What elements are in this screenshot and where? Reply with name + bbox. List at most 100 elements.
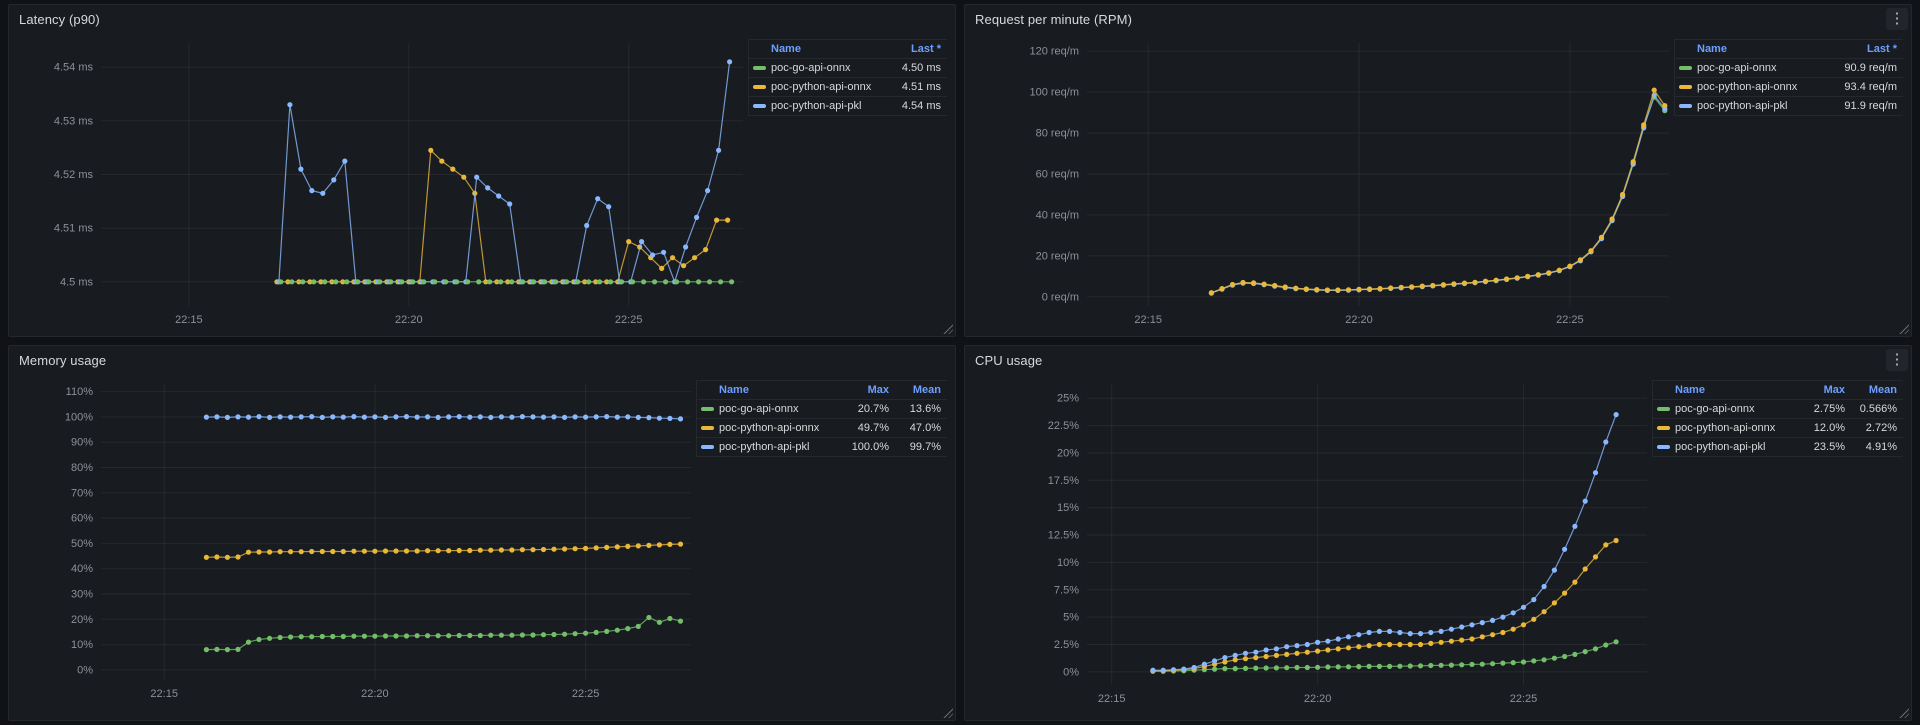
y-tick-label: 0% <box>77 664 93 676</box>
panel-rpm: Request per minute (RPM) ⋮ 0 req/m 20 req… <box>964 4 1912 337</box>
legend-value: 12.0% <box>1813 422 1845 434</box>
legend-series-name[interactable]: poc-python-api-onnx <box>719 422 837 434</box>
y-tick-label: 60 req/m <box>1036 169 1079 181</box>
legend-row: poc-go-api-onnx 2.75% 0.566% <box>1653 399 1903 418</box>
panel-menu-kebab-icon[interactable]: ⋮ <box>1886 8 1908 30</box>
legend-col-value[interactable]: Max <box>1793 384 1845 396</box>
series-poc-python-api-pkl <box>1150 412 1619 673</box>
chart-canvas: 0% 10% 20% 30% 40% 50% 60% 70% 80% 90% 100% 110% 22:… <box>65 384 691 700</box>
legend-value: 0.566% <box>1859 403 1897 415</box>
series-color-swatch <box>1679 85 1692 89</box>
panel-title: Memory usage <box>19 352 107 368</box>
latency-chart[interactable]: 4.5 ms 4.51 ms 4.52 ms 4.53 ms 4.54 ms 22:15 2… <box>9 33 748 334</box>
legend-series-name[interactable]: poc-python-api-onnx <box>771 81 885 93</box>
x-tick-label: 22:25 <box>1510 693 1538 705</box>
y-tick-label: 12.5% <box>1048 530 1079 542</box>
legend-series-name[interactable]: poc-python-api-onnx <box>1675 422 1793 434</box>
y-tick-label: 10% <box>1057 557 1079 569</box>
y-tick-label: 25% <box>1057 393 1079 405</box>
y-tick-label: 10% <box>71 639 93 651</box>
legend-col-value[interactable]: Last * <box>1823 43 1897 55</box>
cpu-chart[interactable]: 0% 2.5% 5% 7.5% 10% 12.5% 15% 17.5% 20% 22.5% 25% 2… <box>965 374 1652 718</box>
dashboard: Latency (p90) 4.5 ms 4.51 ms 4.52 ms 4.53 m… <box>0 0 1920 725</box>
y-tick-label: 120 req/m <box>1029 46 1079 58</box>
series-color-swatch <box>1679 104 1692 108</box>
legend-col-value[interactable]: Max <box>837 384 889 396</box>
legend-header: Name Last * <box>1675 39 1903 58</box>
legend-series-name[interactable]: poc-python-api-pkl <box>1697 100 1823 112</box>
series-poc-python-api-onnx <box>1208 87 1668 296</box>
legend-value: 23.5% <box>1813 441 1845 453</box>
panel-header[interactable]: Memory usage <box>9 346 955 374</box>
y-tick-label: 20 req/m <box>1036 250 1079 262</box>
series-poc-python-api-pkl <box>203 414 684 422</box>
panel-latency-p90: Latency (p90) 4.5 ms 4.51 ms 4.52 ms 4.53 m… <box>8 4 956 337</box>
x-tick-label: 22:25 <box>615 314 643 326</box>
legend-row: poc-python-api-pkl 23.5% 4.91% <box>1653 437 1903 456</box>
panel-menu-kebab-icon[interactable]: ⋮ <box>1886 349 1908 371</box>
y-tick-label: 90% <box>71 437 93 449</box>
panel-header[interactable]: Request per minute (RPM) <box>965 5 1911 33</box>
legend-series-name[interactable]: poc-go-api-onnx <box>719 403 837 415</box>
series-poc-python-api-onnx <box>1150 537 1619 674</box>
y-tick-label: 2.5% <box>1054 639 1079 651</box>
y-tick-label: 0 req/m <box>1042 291 1079 303</box>
grid <box>101 43 743 306</box>
legend-header: Name Max Mean <box>1653 380 1903 399</box>
legend-row: poc-python-api-onnx 12.0% 2.72% <box>1653 418 1903 437</box>
grid <box>1087 43 1669 306</box>
y-tick-label: 4.5 ms <box>60 276 94 288</box>
x-tick-label: 22:25 <box>1556 314 1584 326</box>
legend-value: 90.9 req/m <box>1844 62 1897 74</box>
legend-series-name[interactable]: poc-go-api-onnx <box>771 62 885 74</box>
y-tick-label: 20% <box>1057 448 1079 460</box>
legend-value: 100.0% <box>851 441 889 453</box>
legend-series-name[interactable]: poc-go-api-onnx <box>1697 62 1823 74</box>
legend-col-value[interactable]: Mean <box>1845 384 1897 396</box>
rpm-chart[interactable]: 0 req/m 20 req/m 40 req/m 60 req/m 80 req/m 1… <box>965 33 1674 334</box>
panel-title: Latency (p90) <box>19 11 100 27</box>
legend-value: 4.50 ms <box>901 62 941 74</box>
legend-series-name[interactable]: poc-python-api-pkl <box>719 441 837 453</box>
legend-col-name[interactable]: Name <box>1675 384 1793 396</box>
series-color-swatch <box>701 426 714 430</box>
series-poc-python-api-pkl <box>276 59 733 285</box>
legend-col-name[interactable]: Name <box>1697 43 1823 55</box>
series-poc-python-api-onnx <box>203 541 684 560</box>
y-tick-label: 17.5% <box>1048 475 1079 487</box>
y-tick-label: 7.5% <box>1054 584 1079 596</box>
y-tick-label: 5% <box>1063 612 1079 624</box>
y-tick-label: 4.51 ms <box>54 223 94 235</box>
legend-col-value[interactable]: Last * <box>885 43 941 55</box>
y-tick-label: 20% <box>71 614 93 626</box>
x-tick-label: 22:20 <box>361 688 389 700</box>
panel-header[interactable]: Latency (p90) <box>9 5 955 33</box>
panel-memory-usage: Memory usage 0% 10% 20% 30% 40% 50% 60% 70% 80% 9… <box>8 345 956 721</box>
legend-value: 13.6% <box>909 403 941 415</box>
series-poc-python-api-onnx <box>274 147 731 285</box>
legend-col-name[interactable]: Name <box>719 384 837 396</box>
legend-series-name[interactable]: poc-python-api-pkl <box>1675 441 1793 453</box>
legend-value: 4.54 ms <box>901 100 941 112</box>
latency-legend: Name Last * poc-go-api-onnx 4.50 ms poc-pyth… <box>748 39 947 116</box>
memory-chart[interactable]: 0% 10% 20% 30% 40% 50% 60% 70% 80% 90% 100% 110% 22:… <box>9 374 696 718</box>
legend-value: 93.4 req/m <box>1844 81 1897 93</box>
series-color-swatch <box>1679 66 1692 70</box>
legend-row: poc-python-api-pkl 100.0% 99.7% <box>697 437 947 456</box>
legend-col-name[interactable]: Name <box>771 43 885 55</box>
panel-cpu-usage: CPU usage ⋮ 0% 2.5% 5% 7.5% 10% 12.5% 15% 17.5%… <box>964 345 1912 721</box>
legend-row: poc-python-api-onnx 93.4 req/m <box>1675 77 1903 96</box>
series-poc-go-api-onnx <box>1208 94 1668 296</box>
x-tick-label: 22:15 <box>150 688 178 700</box>
y-tick-label: 80% <box>71 462 93 474</box>
axis-labels: 0 req/m 20 req/m 40 req/m 60 req/m 80 req/m 1… <box>1029 46 1583 326</box>
legend-row: poc-python-api-onnx 49.7% 47.0% <box>697 418 947 437</box>
legend-series-name[interactable]: poc-go-api-onnx <box>1675 403 1793 415</box>
legend-series-name[interactable]: poc-python-api-onnx <box>1697 81 1823 93</box>
y-tick-label: 4.53 ms <box>54 115 94 127</box>
legend-col-value[interactable]: Mean <box>889 384 941 396</box>
legend-series-name[interactable]: poc-python-api-pkl <box>771 100 885 112</box>
series-color-swatch <box>701 445 714 449</box>
chart-canvas: 4.5 ms 4.51 ms 4.52 ms 4.53 ms 4.54 ms 22:15 2… <box>54 43 743 326</box>
panel-header[interactable]: CPU usage <box>965 346 1911 374</box>
